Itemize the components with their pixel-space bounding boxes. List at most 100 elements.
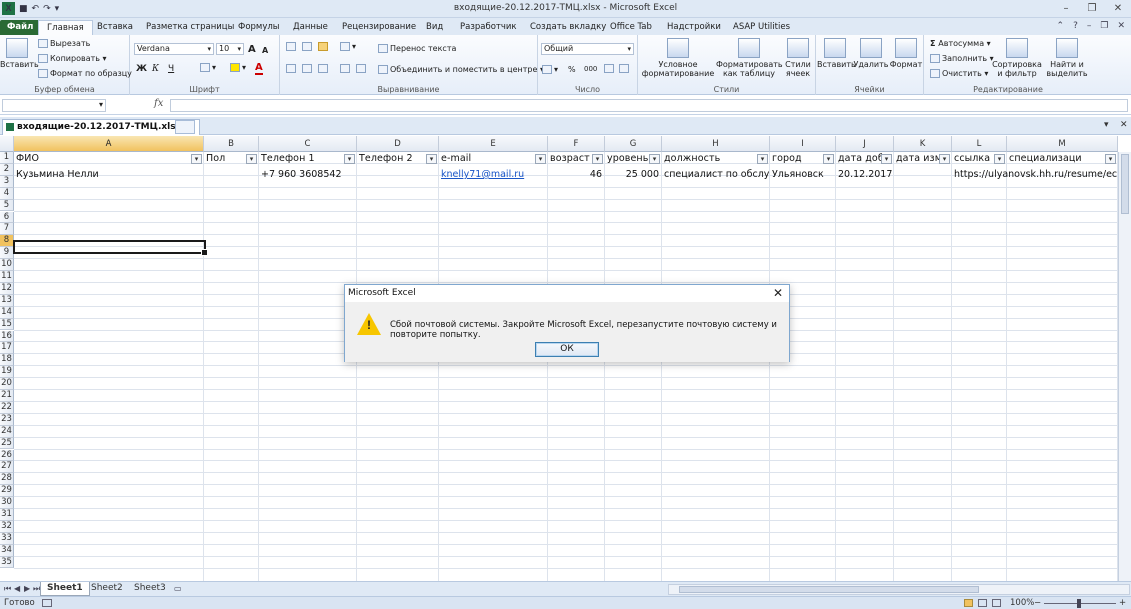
row-header-31[interactable]: 31 [0, 509, 14, 521]
normal-view-icon[interactable] [964, 599, 973, 607]
header-cell-phone1[interactable]: Телефон 1 [259, 153, 343, 165]
format-as-table-button[interactable]: Форматировать как таблицу [716, 38, 783, 78]
header-cell-age[interactable]: возраст [548, 153, 592, 165]
autofilter-button-j[interactable]: ▾ [881, 154, 892, 164]
font-size-combo[interactable]: 10 [216, 43, 244, 55]
delete-cells-button[interactable]: Удалить [853, 38, 889, 69]
header-cell-link[interactable]: ссылка [952, 153, 994, 165]
restore-icon[interactable]: ❐ [1079, 0, 1105, 18]
column-header-m[interactable]: M [1007, 136, 1118, 152]
row-header-8[interactable]: 8 [0, 235, 14, 248]
formula-input[interactable] [170, 99, 1128, 112]
header-cell-level[interactable]: уровень [605, 153, 649, 165]
vertical-scroll-thumb[interactable] [1121, 154, 1129, 214]
active-cell-selection[interactable] [13, 240, 208, 256]
ok-button[interactable]: ОК [535, 342, 599, 357]
paste-button[interactable]: Вставить [0, 38, 39, 69]
row-header-9[interactable]: 9 [0, 247, 14, 260]
sheet-tab-3[interactable]: Sheet3 [128, 582, 172, 596]
cell-level[interactable]: 25 000 [605, 169, 661, 181]
dialog-close-icon[interactable]: ✕ [773, 286, 783, 300]
align-bottom-button[interactable] [318, 42, 330, 51]
clear-button[interactable]: Очистить ▾ [930, 69, 988, 78]
header-cell-date-changed[interactable]: дата изм [894, 153, 940, 165]
font-name-combo[interactable]: Verdana [134, 43, 214, 55]
cut-button[interactable]: Вырезать [38, 39, 90, 48]
cell-position[interactable]: специалист по обслу: [662, 169, 769, 181]
decrease-indent-button[interactable] [340, 64, 352, 73]
sheet-tab-1[interactable]: Sheet1 [40, 582, 90, 596]
row-header-11[interactable]: 11 [0, 271, 14, 283]
header-cell-spec[interactable]: специализаци [1007, 153, 1081, 165]
autofilter-button-m[interactable]: ▾ [1105, 154, 1116, 164]
cell-date-added[interactable]: 20.12.2017 [836, 169, 893, 181]
tab-home[interactable]: Главная [38, 20, 93, 35]
zoom-level[interactable]: 100% [1010, 598, 1034, 608]
row-header-22[interactable]: 22 [0, 401, 14, 414]
sort-filter-button[interactable]: Сортировка и фильтр [992, 38, 1042, 78]
insert-cells-button[interactable]: Вставить [817, 38, 856, 69]
tab-page-layout[interactable]: Разметка страницы [146, 20, 234, 35]
row-header-35[interactable]: 35 [0, 556, 14, 569]
macro-record-icon[interactable] [42, 599, 52, 607]
doc-restore-icon[interactable]: ❐ [1100, 21, 1108, 31]
horizontal-scrollbar[interactable] [668, 584, 1130, 595]
row-header-15[interactable]: 15 [0, 318, 14, 331]
row-header-16[interactable]: 16 [0, 330, 14, 343]
insert-function-button[interactable]: fx [154, 98, 163, 109]
format-painter-button[interactable]: Формат по образцу [38, 69, 132, 78]
shrink-font-button[interactable]: A [262, 46, 268, 55]
sheet-tab-2[interactable]: Sheet2 [85, 582, 129, 596]
autofilter-button-f[interactable]: ▾ [592, 154, 603, 164]
row-header-19[interactable]: 19 [0, 366, 14, 379]
autofilter-button-d[interactable]: ▾ [426, 154, 437, 164]
align-middle-button[interactable] [302, 42, 314, 51]
italic-button[interactable]: К [152, 64, 159, 74]
align-right-button[interactable] [318, 64, 330, 73]
autofilter-button-i[interactable]: ▾ [823, 154, 834, 164]
row-header-26[interactable]: 26 [0, 449, 14, 462]
doc-close-icon[interactable]: ✕ [1117, 21, 1125, 31]
cell-link[interactable]: https://ulyanovsk.hh.ru/resume/ec [952, 169, 1118, 181]
row-header-13[interactable]: 13 [0, 294, 14, 307]
new-doc-tab-button[interactable] [175, 120, 195, 134]
orientation-button[interactable]: ▾ [340, 42, 356, 51]
borders-button[interactable]: ▾ [200, 63, 216, 72]
autosum-button[interactable]: Σ Автосумма ▾ [930, 39, 991, 48]
merge-center-button[interactable]: Объединить и поместить в центре ▾ [378, 65, 544, 74]
row-header-4[interactable]: 4 [0, 187, 14, 200]
row-header-30[interactable]: 30 [0, 497, 14, 509]
header-cell-date-added[interactable]: дата доб [836, 153, 882, 165]
number-format-combo[interactable]: Общий [541, 43, 634, 55]
format-cells-button[interactable]: Формат [889, 38, 923, 69]
tab-view[interactable]: Вид [426, 20, 443, 35]
row-header-32[interactable]: 32 [0, 520, 14, 533]
page-layout-view-icon[interactable] [978, 599, 987, 607]
autofilter-button-b[interactable]: ▾ [246, 154, 257, 164]
tab-addins[interactable]: Надстройки [667, 20, 721, 35]
decrease-decimal-button[interactable] [619, 64, 631, 73]
select-all-corner[interactable] [0, 136, 14, 152]
increase-decimal-button[interactable] [604, 64, 616, 73]
bold-button[interactable]: Ж [136, 64, 147, 74]
header-cell-city[interactable]: город [770, 153, 822, 165]
zoom-out-icon[interactable]: − [1034, 598, 1041, 608]
tab-new[interactable]: Создать вкладку [530, 20, 606, 35]
tab-review[interactable]: Рецензирование [342, 20, 416, 35]
row-header-20[interactable]: 20 [0, 378, 14, 390]
doc-minimize-icon[interactable]: – [1087, 21, 1092, 31]
column-header-h[interactable]: H [662, 136, 770, 152]
prev-sheet-icon[interactable]: ◀ [14, 584, 20, 593]
row-header-29[interactable]: 29 [0, 485, 14, 498]
horizontal-scroll-thumb[interactable] [679, 586, 979, 593]
grow-font-button[interactable]: A [248, 44, 256, 55]
fill-color-button[interactable]: ▾ [230, 63, 246, 72]
tab-insert[interactable]: Вставка [97, 20, 133, 35]
column-header-a[interactable]: A [14, 136, 204, 152]
cell-city[interactable]: Ульяновск [770, 169, 835, 181]
tab-asap[interactable]: ASAP Utilities [733, 20, 790, 35]
row-header-18[interactable]: 18 [0, 354, 14, 367]
row-header-17[interactable]: 17 [0, 342, 14, 355]
first-sheet-icon[interactable]: ⏮ [4, 584, 11, 594]
increase-indent-button[interactable] [356, 64, 368, 73]
